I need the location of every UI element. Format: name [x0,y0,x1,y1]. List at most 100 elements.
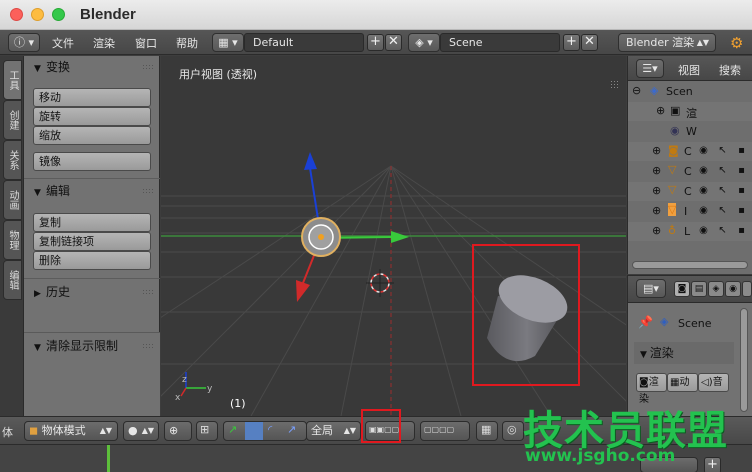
proportional-edit-toggle[interactable]: ◎ [502,421,524,441]
menu-help[interactable]: 帮助 [176,35,198,51]
menu-file[interactable]: 文件 [52,35,74,51]
translate-button[interactable]: 移动 [33,88,151,107]
scale-button[interactable]: 缩放 [33,126,151,145]
cursor-icon[interactable]: ↖ [717,185,728,197]
area-split-corner[interactable] [610,80,620,90]
outliner-row-cylinder[interactable]: ⊕ ▽ I ◉ ↖ ▪ [628,202,752,221]
scale-manipulator-icon[interactable]: ↗ [287,423,296,436]
clear-limits-panel-header[interactable]: ▼ 清除显示限制 [24,335,160,357]
outliner-scrollbar[interactable] [632,261,748,269]
cursor-icon[interactable]: ↖ [717,205,728,217]
scene-browse[interactable]: ◈ ▾ [408,33,440,52]
layers-group-2[interactable]: ▢▢▢▢ [420,421,470,441]
viewport-shading-dropdown[interactable]: ● ▲▼ [123,421,159,441]
rotate-manipulator-icon[interactable]: ◜ [268,423,272,436]
drag-grip-icon[interactable] [142,343,154,349]
outliner-row-world[interactable]: ◉ W [628,122,752,141]
translate-manipulator-icon[interactable] [245,422,263,440]
menu-render[interactable]: 渲染 [93,35,115,51]
snap-toggle[interactable]: ⊞ [196,421,218,441]
render-engine-dropdown[interactable]: Blender 渲染 ▲▼ [618,33,716,52]
outliner-row-camera[interactable]: ⊕ ◙ C ◉ ↖ ▪ [628,142,752,161]
tab-relations[interactable]: 关系 [3,140,22,180]
transform-panel-header[interactable]: ▼ 变换 [24,56,160,78]
render-image-button[interactable]: ◙渲染 [636,373,667,405]
outliner-row-lamp[interactable]: ⊕ ♁ L ◉ ↖ ▪ [628,222,752,241]
expand-icon[interactable]: ⊕ [652,224,661,237]
properties-scrollbar[interactable] [740,308,748,412]
scene-tab-icon[interactable]: ◈ [708,281,724,297]
outliner-search-menu[interactable]: 搜索 [719,62,741,78]
world-tab-icon[interactable]: ◉ [725,281,741,297]
eye-icon[interactable]: ◉ [698,165,709,177]
camera-render-icon[interactable]: ▪ [736,205,747,217]
expand-icon[interactable]: ⊕ [656,104,665,117]
cursor-icon[interactable]: ↖ [717,145,728,157]
expand-icon[interactable]: ⊕ [652,204,661,217]
tab-physics[interactable]: 物理 [3,220,22,260]
outliner-row-cube[interactable]: ⊕ ▽ C ◉ ↖ ▪ [628,182,752,201]
rotate-button[interactable]: 旋转 [33,107,151,126]
zoom-window-button[interactable] [52,8,65,21]
cursor-icon[interactable]: ↖ [717,225,728,237]
camera-render-icon[interactable]: ▪ [736,165,747,177]
tab-tools[interactable]: 工具 [3,60,22,100]
outliner-row-cone[interactable]: ⊕ ▽ C ◉ ↖ ▪ [628,162,752,181]
expand-icon[interactable]: ⊕ [652,184,661,197]
delete-scene-button[interactable]: ✕ [581,34,598,51]
screen-layout-browse[interactable]: ▦ ▾ [212,33,244,52]
drag-grip-icon[interactable] [142,188,154,194]
camera-render-icon[interactable]: ▪ [736,225,747,237]
collapse-icon[interactable]: ⊖ [632,84,641,97]
render-panel-header[interactable]: ▼ 渲染 [634,342,734,364]
pin-icon[interactable]: 📌 [638,315,653,329]
add-scene-button[interactable]: + [563,34,580,51]
add-layout-button[interactable]: + [367,34,384,51]
outliner-row-renderlayers[interactable]: ⊕ ▣ 渲 [628,102,752,121]
eye-icon[interactable]: ◉ [698,185,709,197]
outliner-view-menu[interactable]: 视图 [678,62,700,78]
transform-orientation-dropdown[interactable]: 全局 ▲▼ [306,421,361,441]
menu-window[interactable]: 窗口 [135,35,157,51]
close-window-button[interactable] [10,8,23,21]
expand-icon[interactable]: ⊕ [652,144,661,157]
cursor-icon[interactable]: ↖ [717,165,728,177]
eye-icon[interactable]: ◉ [698,225,709,237]
duplicate-button[interactable]: 复制 [33,213,151,232]
drag-grip-icon[interactable] [142,289,154,295]
eye-icon[interactable]: ◉ [698,145,709,157]
editor-type-button[interactable]: ⓘ ▾ [8,33,40,52]
transform-manipulator-icon[interactable]: ↗ [228,423,237,436]
drag-grip-icon[interactable] [142,64,154,70]
edit-panel-header[interactable]: ▼ 编辑 [24,180,160,202]
tab-animation[interactable]: 动画 [3,180,22,220]
tab-create[interactable]: 创建 [3,100,22,140]
history-panel-header[interactable]: ▶ 历史 [24,281,160,303]
scene-field[interactable]: Scene [440,33,560,52]
screen-layout-field[interactable]: Default [244,33,364,52]
properties-editor-type[interactable]: ▤▾ [636,279,666,298]
timeline-add-button[interactable]: + [704,457,721,472]
expand-icon[interactable]: ⊕ [652,164,661,177]
camera-render-icon[interactable]: ▪ [736,145,747,157]
render-tab-icon[interactable]: ◙ [674,281,690,297]
tab-grease-pencil[interactable]: 编辑 [3,260,22,300]
lock-camera-toggle[interactable]: ▦ [476,421,498,441]
delete-layout-button[interactable]: ✕ [385,34,402,51]
mirror-button[interactable]: 镜像 [33,152,151,171]
outliner-editor-type[interactable]: ☰▾ [636,59,664,78]
render-layers-tab-icon[interactable]: ▤ [691,281,707,297]
pivot-point-dropdown[interactable]: ⊕ [164,421,192,441]
eye-icon[interactable]: ◉ [698,205,709,217]
delete-button[interactable]: 删除 [33,251,151,270]
current-frame-marker[interactable] [107,445,110,472]
3d-viewport[interactable]: z y x 用户视图 (透视) (1) [161,56,626,416]
transform-gizmo[interactable] [296,152,409,302]
render-animation-button[interactable]: ▦动 [667,373,698,392]
render-audio-button[interactable]: ◁)音 [698,373,729,392]
duplicate-linked-button[interactable]: 复制链接项 [33,232,151,251]
interaction-mode-dropdown[interactable]: ◼ 物体模式 ▲▼ [24,421,118,441]
object-tab-icon[interactable] [742,281,752,297]
outliner-row-scene[interactable]: ⊖ ◈ Scen [628,82,752,101]
camera-render-icon[interactable]: ▪ [736,185,747,197]
